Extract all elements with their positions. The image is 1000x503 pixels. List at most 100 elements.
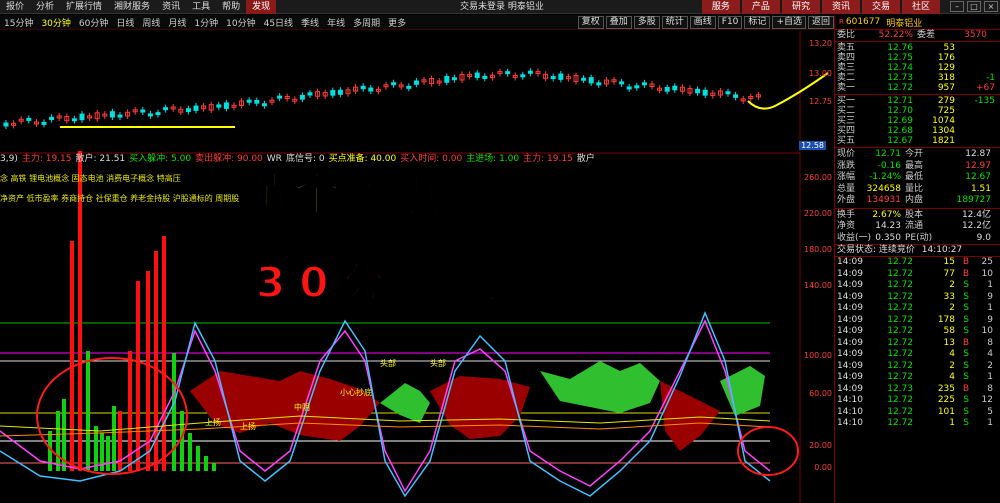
ask-row[interactable]: 卖四 12.75 176 (835, 53, 1000, 63)
menu-item-service[interactable]: 湘财服务 (108, 0, 156, 14)
candle-body (223, 102, 229, 109)
ask-row[interactable]: 卖三 12.74 129 (835, 63, 1000, 73)
minimize-icon[interactable]: – (950, 1, 964, 12)
candle-body (444, 75, 450, 83)
menu-item-news[interactable]: 资讯 (156, 0, 186, 14)
bid-row[interactable]: 买三 12.69 1074 (835, 116, 1000, 126)
tick-side: S (963, 314, 969, 325)
menu-item-quote[interactable]: 报价 (0, 0, 30, 14)
stats-button[interactable]: 统计 (661, 16, 688, 29)
quote-key: 最高 (905, 160, 924, 171)
mark-button[interactable]: 标记 (744, 16, 771, 29)
tick-volume: 4 (949, 349, 955, 359)
quote-row: 换手 2.67% 股本 12.4亿 (835, 210, 1000, 222)
bid-row[interactable]: 买五 12.67 1821 (835, 136, 1000, 146)
tick-row: 14:10 12.72 225 S 12 (835, 395, 1000, 407)
level-volume: 129 (937, 63, 955, 73)
bid-row[interactable]: 买二 12.70 725 (835, 106, 1000, 116)
tab-community[interactable]: 社区 (901, 0, 940, 14)
annotation-top: 头部 (430, 359, 446, 368)
bid-row[interactable]: 买一 12.71 279 -135 (835, 96, 1000, 106)
period-45day[interactable]: 45日线 (260, 16, 297, 29)
right-tabs: 服务 产品 研究 资讯 交易 社区 (700, 0, 940, 14)
chart-area[interactable]: 12.58 13.20 13.00 12.75 260.00 220.00 18… (0, 31, 834, 503)
tab-trade[interactable]: 交易 (861, 0, 900, 14)
tick-time: 14:09 (837, 372, 863, 382)
period-30min[interactable]: 30分钟 (37, 16, 74, 29)
close-icon[interactable]: × (984, 1, 998, 12)
tick-price: 12.72 (887, 303, 913, 313)
menu-item-extended[interactable]: 扩展行情 (60, 0, 108, 14)
stock-name[interactable]: 明泰铝业 (886, 16, 922, 29)
tick-side: S (963, 418, 969, 428)
tick-time: 14:09 (837, 291, 863, 302)
ask-row[interactable]: 卖五 12.76 53 (835, 43, 1000, 53)
candle-body (664, 86, 670, 92)
candle-body (391, 82, 397, 86)
histogram-bar (188, 433, 192, 471)
period-10min[interactable]: 10分钟 (222, 16, 259, 29)
level-label: 买一 (837, 96, 856, 106)
period-quarter[interactable]: 季线 (297, 16, 323, 29)
candle-body (474, 72, 480, 78)
tick-volume: 77 (943, 268, 955, 279)
annotation-mid: 中阴 (294, 403, 310, 412)
quote-key: 涨幅 (837, 172, 856, 182)
maximize-icon[interactable]: □ (967, 1, 981, 12)
level-change: -135 (974, 96, 995, 106)
period-year[interactable]: 年线 (323, 16, 349, 29)
tick-side: S (963, 349, 969, 359)
add-watchlist-button[interactable]: +自选 (772, 16, 806, 29)
tick-side: B (962, 383, 969, 394)
tab-research[interactable]: 研究 (781, 0, 820, 14)
period-60min[interactable]: 60分钟 (75, 16, 112, 29)
weicha-value: 3570 (964, 30, 987, 40)
indicator-axis-label: 180.00 (804, 245, 832, 254)
menu-item-analysis[interactable]: 分析 (30, 0, 60, 14)
bid-row[interactable]: 买四 12.68 1304 (835, 126, 1000, 136)
ask-row[interactable]: 卖一 12.72 957 +67 (835, 83, 1000, 93)
menu-item-discover[interactable]: 发现 (246, 0, 277, 14)
back-button[interactable]: 返回 (807, 16, 834, 29)
quote-key: 外盘 (837, 195, 856, 205)
draw-button[interactable]: 画线 (689, 16, 716, 29)
candle-body (702, 89, 708, 96)
period-day[interactable]: 日线 (112, 16, 138, 29)
candle-body (641, 82, 647, 86)
indicator-value: 散户 (576, 154, 595, 164)
level-change: +67 (976, 83, 995, 93)
period-1min[interactable]: 1分钟 (190, 16, 222, 29)
tick-side: S (963, 303, 969, 313)
period-month[interactable]: 月线 (164, 16, 190, 29)
quote-value: 12.4亿 (961, 209, 991, 220)
adjust-button[interactable]: 复权 (577, 16, 604, 29)
period-15min[interactable]: 15分钟 (0, 16, 37, 29)
tick-list[interactable]: 14:09 12.72 15 B 25 14:09 12.72 77 B 10 14:09 12.72… (835, 257, 1000, 430)
stock-code[interactable]: 601677 (846, 17, 880, 27)
candle-body (254, 99, 260, 104)
candle-body (330, 90, 336, 96)
level-change (955, 136, 995, 146)
tick-volume: 1 (949, 418, 955, 428)
candle-body (3, 122, 9, 127)
f10-button[interactable]: F10 (717, 16, 743, 29)
indicator-axis-label: 220.00 (804, 209, 832, 218)
quote-key: 现价 (837, 149, 856, 159)
period-multi[interactable]: 多周期 (349, 16, 384, 29)
period-more[interactable]: 更多 (384, 16, 410, 29)
candle-body (109, 111, 115, 118)
tab-news[interactable]: 资讯 (821, 0, 860, 14)
menu-item-tools[interactable]: 工具 (186, 0, 216, 14)
tab-service[interactable]: 服务 (701, 0, 740, 14)
candle-body (163, 107, 169, 111)
overlay-button[interactable]: 叠加 (605, 16, 632, 29)
ask-row[interactable]: 卖二 12.73 318 -1 (835, 73, 1000, 83)
period-week[interactable]: 周线 (138, 16, 164, 29)
tick-row: 14:09 12.73 235 B 8 (835, 384, 1000, 396)
candle-body (505, 71, 511, 75)
candle-body (558, 73, 564, 80)
menu-item-help[interactable]: 帮助 (216, 0, 246, 14)
multi-stock-button[interactable]: 多股 (633, 16, 660, 29)
tab-product[interactable]: 产品 (741, 0, 780, 14)
candle-body (79, 113, 85, 121)
